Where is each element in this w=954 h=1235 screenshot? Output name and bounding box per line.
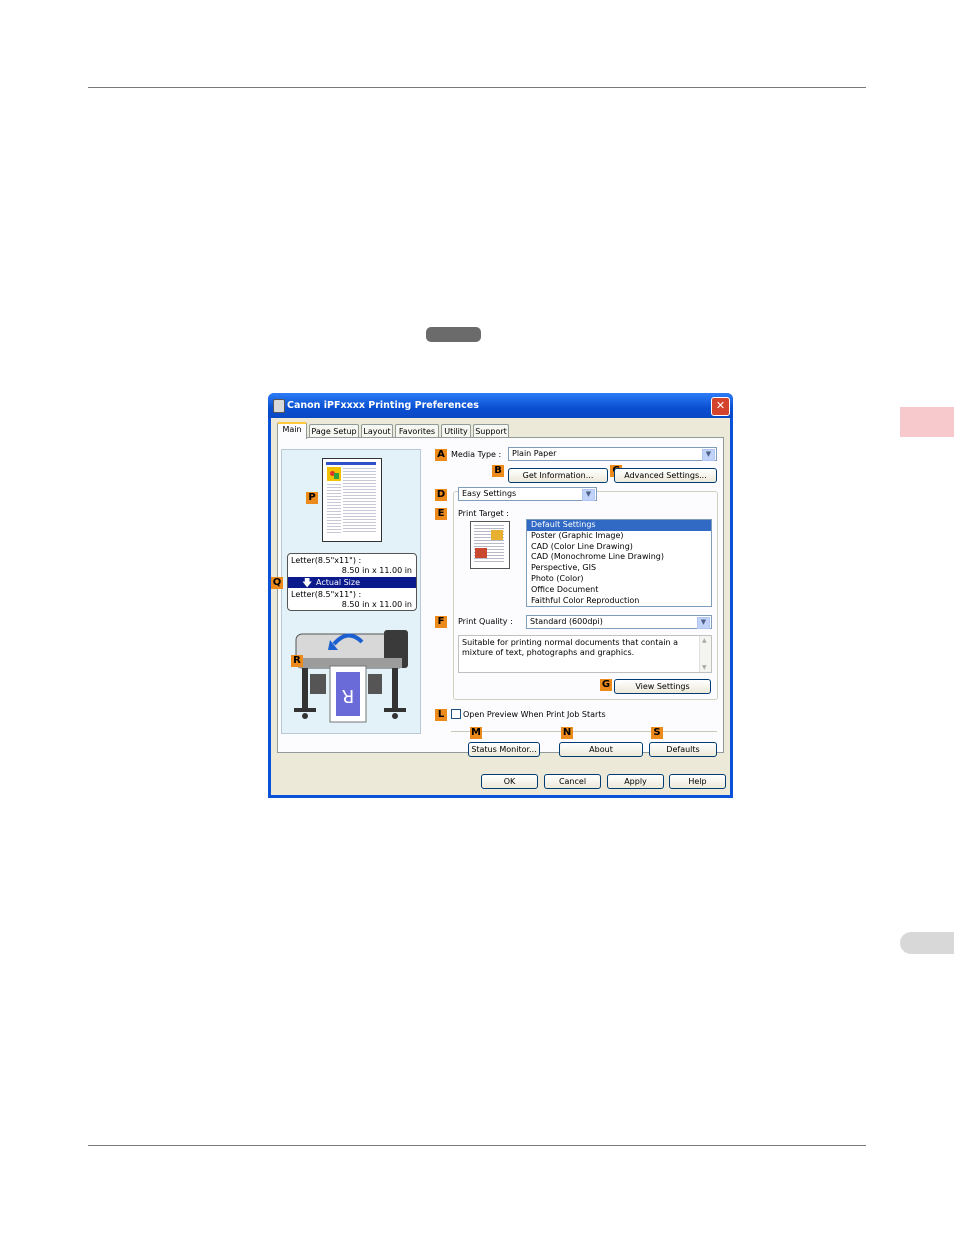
marker-p: P <box>306 492 318 504</box>
tab-utility[interactable]: Utility <box>441 424 471 438</box>
scroll-up-icon: ▲ <box>702 637 707 644</box>
marker-m: M <box>470 727 482 739</box>
scroll-down-icon: ▼ <box>702 664 707 671</box>
view-settings-button[interactable]: View Settings <box>614 679 711 694</box>
marker-d: D <box>435 489 447 501</box>
media-type-value: Plain Paper <box>512 449 557 458</box>
input-size-dims: 8.50 in x 11.00 in <box>341 566 412 575</box>
marker-b: B <box>492 465 504 477</box>
page-preview-text-lines <box>343 468 376 534</box>
preview-pane: P Letter(8.5"x11") : 8.50 in x 11.00 in … <box>271 449 421 734</box>
media-type-label: Media Type : <box>451 450 502 459</box>
marker-s: S <box>651 727 663 739</box>
printing-preferences-window: Canon iPFxxxx Printing Preferences ✕ Mai… <box>268 393 733 798</box>
marker-r: R <box>291 655 303 667</box>
page-preview-thumbnail <box>322 458 382 542</box>
marker-n: N <box>561 727 573 739</box>
defaults-button[interactable]: Defaults <box>649 742 717 757</box>
list-item[interactable]: Default Settings <box>527 520 711 531</box>
media-type-select[interactable]: Plain Paper ▼ <box>508 447 717 461</box>
tab-main[interactable]: Main <box>277 422 307 439</box>
print-target-label: Print Target : <box>458 509 509 518</box>
output-size-label: Letter(8.5"x11") : <box>291 590 362 599</box>
separator-line <box>451 731 717 732</box>
close-button[interactable]: ✕ <box>711 397 730 416</box>
print-target-list[interactable]: Default Settings Poster (Graphic Image) … <box>526 519 712 607</box>
svg-text:R: R <box>342 685 355 706</box>
marker-f: F <box>435 616 447 628</box>
dialog-client-area: Main Page Setup Layout Favorites Utility… <box>271 418 730 795</box>
marker-a: A <box>435 449 447 461</box>
bottom-rule <box>88 1145 866 1146</box>
scaling-bar: 🡇 Actual Size <box>288 577 416 589</box>
printer-icon <box>273 399 285 413</box>
printer-illustration: R <box>294 630 408 723</box>
apply-button[interactable]: Apply <box>607 774 664 789</box>
open-preview-checkbox[interactable] <box>451 709 461 719</box>
list-item[interactable]: CAD (Color Line Drawing) <box>527 542 711 553</box>
window-title: Canon iPFxxxx Printing Preferences <box>287 400 479 411</box>
quality-description: Suitable for printing normal documents t… <box>462 638 679 657</box>
tab-layout[interactable]: Layout <box>361 424 393 438</box>
print-quality-select[interactable]: Standard (600dpi) ▼ <box>526 615 712 629</box>
print-quality-value: Standard (600dpi) <box>530 617 603 626</box>
tab-favorites[interactable]: Favorites <box>395 424 439 438</box>
settings-mode-select[interactable]: Easy Settings ▼ <box>458 487 597 501</box>
top-rule <box>88 87 866 88</box>
print-target-thumbnail <box>470 521 510 569</box>
list-item[interactable]: Perspective, GIS <box>527 563 711 574</box>
advanced-settings-button[interactable]: Advanced Settings... <box>614 468 717 483</box>
chevron-down-icon: ▼ <box>697 617 710 629</box>
output-size-dims: 8.50 in x 11.00 in <box>341 600 412 609</box>
cancel-button[interactable]: Cancel <box>544 774 601 789</box>
settings-mode-value: Easy Settings <box>462 489 517 498</box>
tab-support[interactable]: Support <box>473 424 509 438</box>
about-button[interactable]: About <box>559 742 643 757</box>
ok-button[interactable]: OK <box>481 774 538 789</box>
chapter-side-tab <box>900 407 954 437</box>
open-preview-label: Open Preview When Print Job Starts <box>463 710 606 719</box>
list-item[interactable]: CAD (Monochrome Line Drawing) <box>527 552 711 563</box>
chevron-down-icon: ▼ <box>702 449 715 461</box>
chevron-down-icon: ▼ <box>582 489 595 501</box>
paper-size-info: Letter(8.5"x11") : 8.50 in x 11.00 in 🡇 … <box>287 553 417 611</box>
list-item[interactable]: Photo (Color) <box>527 574 711 585</box>
get-information-button[interactable]: Get Information... <box>508 468 608 483</box>
print-quality-label: Print Quality : <box>458 617 513 626</box>
tab-page-setup[interactable]: Page Setup <box>309 424 359 438</box>
marker-g: G <box>600 679 612 691</box>
description-scrollbar[interactable]: ▲ ▼ <box>699 636 711 672</box>
quality-description-box: Suitable for printing normal documents t… <box>458 635 712 673</box>
side-index-pill <box>900 932 954 954</box>
status-monitor-button[interactable]: Status Monitor... <box>468 742 540 757</box>
marker-l: L <box>435 709 447 721</box>
marker-e: E <box>435 508 447 520</box>
title-bar: Canon iPFxxxx Printing Preferences ✕ <box>268 393 733 418</box>
scaling-label: Actual Size <box>316 578 361 587</box>
list-item[interactable]: Faithful Color Reproduction <box>527 596 711 606</box>
gray-label-pill <box>426 327 481 342</box>
input-size-label: Letter(8.5"x11") : <box>291 556 362 565</box>
help-button[interactable]: Help <box>669 774 726 789</box>
marker-q: Q <box>271 577 283 589</box>
list-item[interactable]: Poster (Graphic Image) <box>527 531 711 542</box>
page-preview-image <box>327 467 341 481</box>
list-item[interactable]: Office Document <box>527 585 711 596</box>
